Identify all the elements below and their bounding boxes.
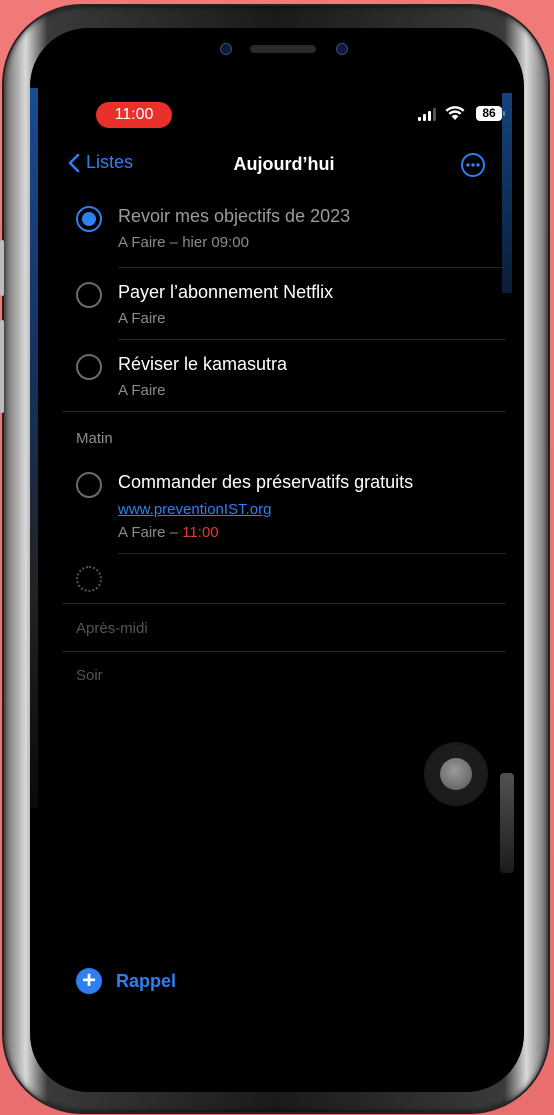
front-camera-dot-right [336,43,348,55]
reminder-title: Réviser le kamasutra [118,354,288,374]
navigation-bar: Listes Aujourd’hui [62,144,506,184]
reminder-subtitle: A Faire [118,310,166,327]
section-header-morning: Matin [76,430,113,447]
reminder-url-link[interactable]: www.preventionIST.org [118,501,271,518]
reminder-checkbox[interactable] [76,282,102,308]
reminder-row[interactable]: Commander des préservatifs gratuits www.… [62,462,506,554]
reminder-title: Commander des préservatifs gratuits [118,472,414,492]
reminders-app: 11:00 86 Listes Aujourd’hui Revoir mes o… [62,94,506,1092]
battery-indicator: 86 [476,106,502,121]
section-divider [62,411,506,412]
screen-edge-reflection [30,88,38,808]
section-divider [62,603,506,604]
new-reminder-checkbox[interactable] [76,566,102,592]
reminder-title: Revoir mes objectifs de 2023 [118,206,351,226]
front-camera-dot-left [220,43,232,55]
status-time: 11:00 [96,102,172,128]
screen: 11:00 86 Listes Aujourd’hui Revoir mes o… [30,28,524,1092]
status-bar: 11:00 86 [62,94,506,134]
reminder-title: Payer l’abonnement Netflix [118,282,334,302]
reminder-due-time: 11:00 [182,524,219,541]
assistive-touch-button[interactable] [424,742,488,806]
reminder-row[interactable]: Payer l’abonnement Netflix A Faire [62,268,506,340]
reminder-subtitle: A Faire – 11:00 [118,524,219,541]
volume-down-button [0,355,4,413]
wifi-icon [445,106,465,120]
more-options-icon[interactable] [460,152,486,178]
reminder-list-label: A Faire – [118,524,183,541]
cellular-signal-icon [418,108,436,121]
section-divider [62,651,506,652]
reminder-checkbox[interactable] [76,472,102,498]
new-reminder-row[interactable] [62,554,506,604]
reminder-row[interactable]: Revoir mes objectifs de 2023 A Faire – h… [62,194,506,268]
add-reminder-label: Rappel [116,970,177,991]
page-title: Aujourd’hui [233,154,335,174]
section-header-afternoon: Après-midi [76,620,148,637]
reminder-subtitle: A Faire – hier 09:00 [118,234,249,251]
completed-checkbox[interactable] [76,206,102,232]
reminder-checkbox[interactable] [76,354,102,380]
section-header-evening: Soir [76,667,103,684]
add-reminder-button[interactable]: + Rappel [76,968,176,994]
plus-icon: + [76,968,102,994]
action-button [0,240,4,296]
battery-tip [503,111,505,116]
reminder-row[interactable]: Réviser le kamasutra A Faire [62,340,506,412]
reminder-subtitle: A Faire [118,382,166,399]
earpiece-speaker [250,45,316,53]
